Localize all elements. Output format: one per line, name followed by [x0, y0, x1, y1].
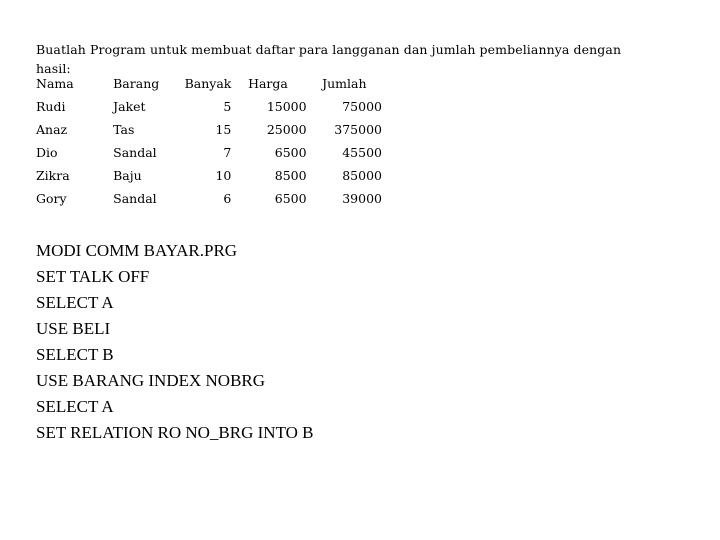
code-line: MODI COMM BAYAR.PRG	[36, 241, 238, 260]
cell-banyak: 15	[215, 122, 232, 137]
cell-banyak: 6	[223, 191, 232, 206]
code-line: USE BARANG INDEX NOBRG	[36, 371, 266, 390]
cell-barang: Jaket	[113, 99, 146, 114]
cell-harga: 15000	[266, 99, 307, 114]
table-row: Rudi Jaket 5 15000 75000	[36, 95, 382, 118]
slide-page: Buatlah Program untuk membuat daftar par…	[0, 0, 720, 540]
table-header-row: Nama Barang Banyak Harga Jumlah	[36, 72, 382, 95]
cell-jumlah: 75000	[342, 99, 382, 114]
table-row: Zikra Baju 10 8500 85000	[36, 164, 382, 187]
cell-barang: Sandal	[113, 145, 157, 160]
cell-jumlah: 375000	[334, 122, 382, 137]
code-line: SELECT B	[36, 345, 114, 364]
cell-nama: Zikra	[36, 168, 70, 183]
table-body: Rudi Jaket 5 15000 75000 Anaz Tas 15 250…	[36, 95, 382, 210]
code-line: SELECT A	[36, 397, 114, 416]
table-row: Anaz Tas 15 25000 375000	[36, 118, 382, 141]
cell-barang: Baju	[113, 168, 142, 183]
cell-banyak: 5	[223, 99, 232, 114]
cell-barang: Sandal	[113, 191, 157, 206]
code-line: SET TALK OFF	[36, 267, 150, 286]
cell-harga: 6500	[274, 191, 307, 206]
cell-nama: Gory	[36, 191, 67, 206]
purchase-table: Nama Barang Banyak Harga Jumlah Rudi Jak…	[36, 72, 382, 210]
column-header-jumlah: Jumlah	[322, 76, 367, 91]
code-line: SELECT A	[36, 293, 114, 312]
table-row: Dio Sandal 7 6500 45500	[36, 141, 382, 164]
column-header-barang: Barang	[113, 76, 160, 91]
cell-harga: 6500	[274, 145, 307, 160]
table-header: Nama Barang Banyak Harga Jumlah	[36, 72, 382, 95]
cell-harga: 8500	[274, 168, 307, 183]
code-line: SET RELATION RO NO_BRG INTO B	[36, 423, 314, 442]
table-row: Gory Sandal 6 6500 39000	[36, 187, 382, 210]
cell-nama: Anaz	[36, 122, 68, 137]
code-line: USE BELI	[36, 319, 111, 338]
cell-nama: Dio	[36, 145, 58, 160]
cell-jumlah: 39000	[342, 191, 382, 206]
column-header-banyak: Banyak	[184, 76, 232, 91]
column-header-harga: Harga	[248, 76, 288, 91]
cell-jumlah: 85000	[342, 168, 382, 183]
cell-barang: Tas	[113, 122, 135, 137]
cell-harga: 25000	[266, 122, 307, 137]
cell-nama: Rudi	[36, 99, 66, 114]
cell-jumlah: 45500	[342, 145, 382, 160]
cell-banyak: 10	[215, 168, 232, 183]
column-header-nama: Nama	[36, 76, 74, 91]
cell-banyak: 7	[223, 145, 232, 160]
code-listing: MODI COMM BAYAR.PRG SET TALK OFF SELECT …	[36, 238, 676, 446]
